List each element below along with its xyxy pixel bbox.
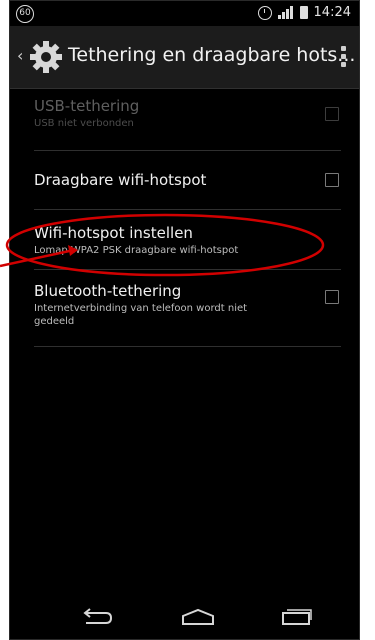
item-title: USB-tethering xyxy=(34,97,140,115)
item-title: Wifi-hotspot instellen xyxy=(34,224,193,242)
signal-icon xyxy=(277,6,294,19)
phone-screen: 60 14:24 ‹ Tethering en draagbare hots..… xyxy=(9,0,360,640)
alarm-icon xyxy=(257,5,272,20)
item-subtitle: Lomap WPA2 PSK draagbare wifi-hotspot xyxy=(34,245,239,256)
gear-icon[interactable] xyxy=(28,39,64,75)
battery-icon xyxy=(299,6,308,19)
notification-badge: 60 xyxy=(16,5,34,23)
usb-tethering-checkbox[interactable] xyxy=(325,107,339,121)
action-bar: ‹ Tethering en draagbare hots... xyxy=(10,26,359,89)
portable-hotspot-checkbox[interactable] xyxy=(325,173,339,187)
overflow-menu-icon[interactable] xyxy=(341,46,347,68)
clock: 14:24 xyxy=(313,5,351,20)
item-title: Bluetooth-tethering xyxy=(34,282,182,300)
usb-tethering-item[interactable]: USB-tethering USB niet verbonden xyxy=(34,89,341,151)
hotspot-settings-item[interactable]: Wifi-hotspot instellen Lomap WPA2 PSK dr… xyxy=(34,210,341,270)
item-subtitle: USB niet verbonden xyxy=(34,118,134,129)
home-icon[interactable] xyxy=(180,607,216,627)
status-icons: 14:24 xyxy=(257,5,351,20)
recent-apps-icon[interactable] xyxy=(280,607,314,627)
back-icon[interactable] xyxy=(80,607,114,627)
status-bar: 60 14:24 xyxy=(10,1,359,26)
back-chevron-icon[interactable]: ‹ xyxy=(17,48,23,64)
item-subtitle: Internetverbinding van telefoon wordt ni… xyxy=(34,303,248,327)
page-title: Tethering en draagbare hots... xyxy=(68,44,356,66)
bluetooth-tethering-item[interactable]: Bluetooth-tethering Internetverbinding v… xyxy=(34,270,341,347)
bluetooth-tethering-checkbox[interactable] xyxy=(325,290,339,304)
navigation-bar xyxy=(10,595,359,639)
portable-hotspot-item[interactable]: Draagbare wifi-hotspot xyxy=(34,151,341,210)
item-title: Draagbare wifi-hotspot xyxy=(34,171,207,189)
settings-list: USB-tethering USB niet verbonden Draagba… xyxy=(10,89,359,347)
